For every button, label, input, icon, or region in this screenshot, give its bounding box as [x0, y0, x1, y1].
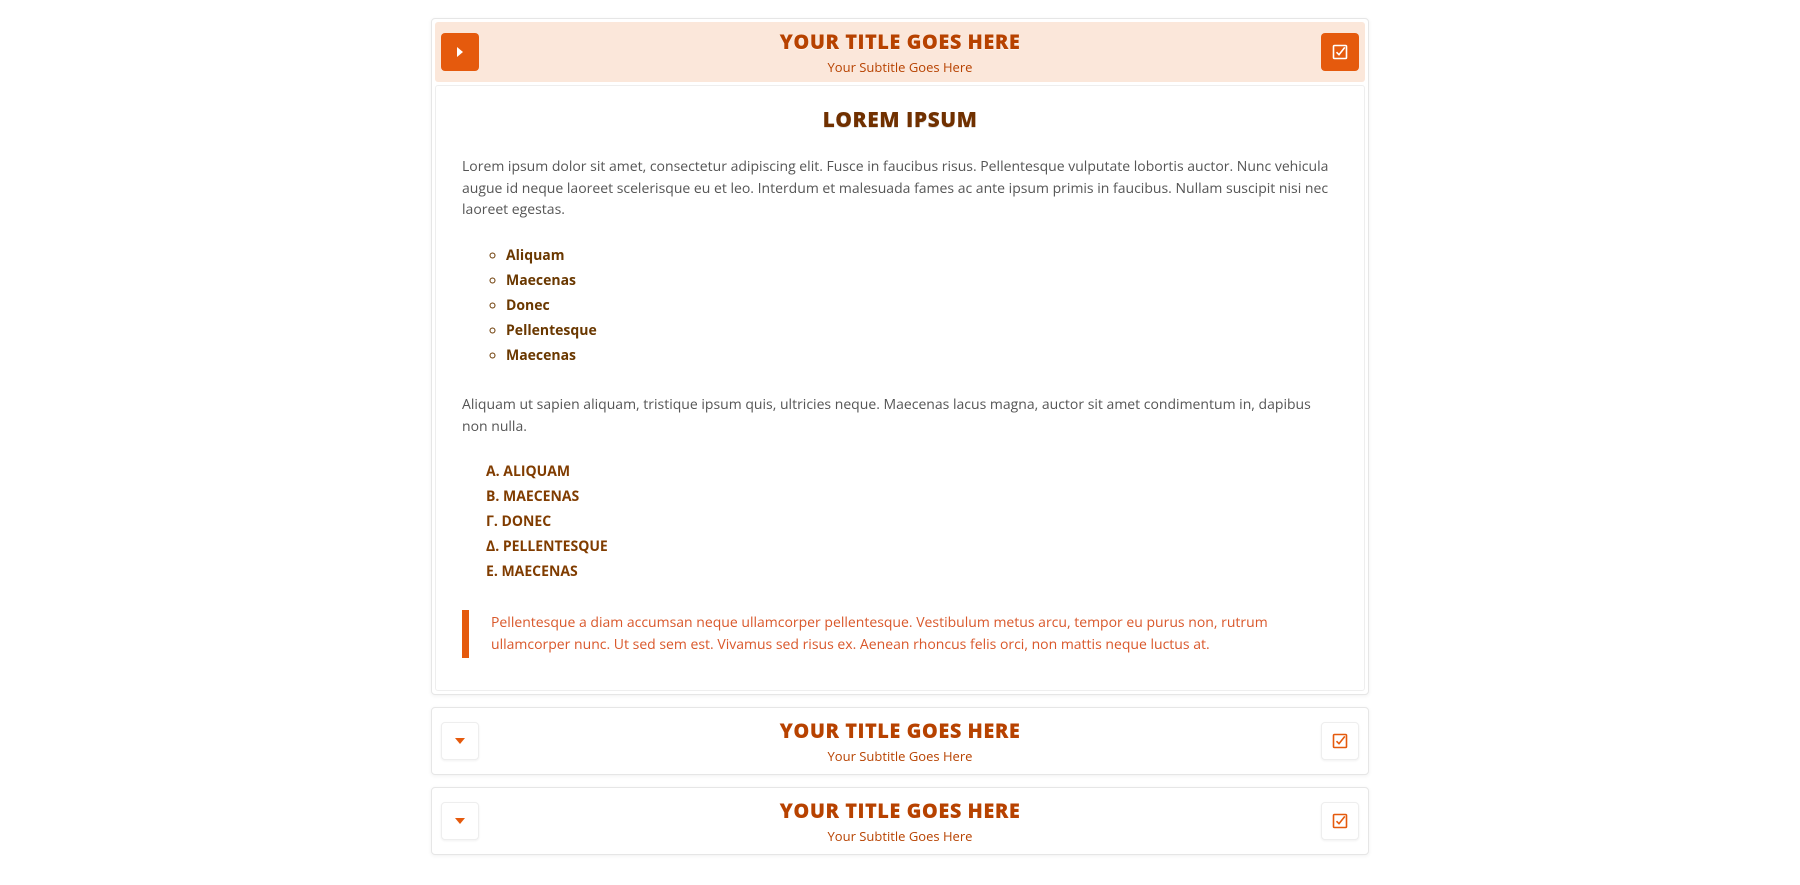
expand-button[interactable]	[441, 722, 479, 760]
accordion-header[interactable]: YOUR TITLE GOES HERE Your Subtitle Goes …	[435, 791, 1365, 851]
accordion-header[interactable]: YOUR TITLE GOES HERE Your Subtitle Goes …	[435, 711, 1365, 771]
expand-button[interactable]	[441, 802, 479, 840]
check-square-icon	[1332, 733, 1348, 749]
body-ordered-list: α. ALIQUAM β. MAECENAS γ. DONEC δ. PELLE…	[462, 459, 1338, 584]
list-item: Pellentesque	[506, 318, 1338, 343]
accordion-body: LOREM IPSUM Lorem ipsum dolor sit amet, …	[435, 85, 1365, 691]
panel-title: YOUR TITLE GOES HERE	[479, 797, 1321, 824]
list-marker: β.	[486, 487, 499, 506]
caret-down-icon	[454, 737, 466, 745]
list-marker: α.	[486, 462, 500, 481]
accordion-panel: YOUR TITLE GOES HERE Your Subtitle Goes …	[431, 707, 1369, 775]
panel-subtitle: Your Subtitle Goes Here	[479, 58, 1321, 76]
list-item: Aliquam	[506, 243, 1338, 268]
action-check-button[interactable]	[1321, 33, 1359, 71]
panel-subtitle: Your Subtitle Goes Here	[479, 747, 1321, 765]
list-item-label: MAECENAS	[503, 487, 579, 506]
list-item: Donec	[506, 293, 1338, 318]
caret-right-icon	[455, 46, 465, 58]
panel-title: YOUR TITLE GOES HERE	[479, 717, 1321, 744]
caret-down-icon	[454, 817, 466, 825]
list-item-label: DONEC	[502, 512, 552, 531]
list-item: Maecenas	[506, 268, 1338, 293]
action-check-button[interactable]	[1321, 722, 1359, 760]
list-item: γ. DONEC	[486, 509, 1338, 534]
header-center: YOUR TITLE GOES HERE Your Subtitle Goes …	[479, 717, 1321, 765]
list-item: δ. PELLENTESQUE	[486, 534, 1338, 559]
accordion-panel: YOUR TITLE GOES HERE Your Subtitle Goes …	[431, 787, 1369, 855]
panel-title: YOUR TITLE GOES HERE	[479, 28, 1321, 55]
list-item-label: ALIQUAM	[503, 462, 570, 481]
list-marker: γ.	[486, 512, 498, 531]
body-blockquote: Pellentesque a diam accumsan neque ullam…	[462, 610, 1338, 657]
header-center: YOUR TITLE GOES HERE Your Subtitle Goes …	[479, 28, 1321, 76]
list-item: ε. MAECENAS	[486, 559, 1338, 584]
accordion-header[interactable]: YOUR TITLE GOES HERE Your Subtitle Goes …	[435, 22, 1365, 82]
action-check-button[interactable]	[1321, 802, 1359, 840]
header-center: YOUR TITLE GOES HERE Your Subtitle Goes …	[479, 797, 1321, 845]
list-item-label: PELLENTESQUE	[503, 537, 608, 556]
body-heading: LOREM IPSUM	[462, 106, 1338, 134]
body-paragraph: Aliquam ut sapien aliquam, tristique ips…	[462, 394, 1338, 437]
list-item: β. MAECENAS	[486, 484, 1338, 509]
expand-button[interactable]	[441, 33, 479, 71]
list-marker: ε.	[486, 562, 498, 581]
list-item: α. ALIQUAM	[486, 459, 1338, 484]
list-item-label: MAECENAS	[501, 562, 577, 581]
list-marker: δ.	[486, 537, 499, 556]
panel-subtitle: Your Subtitle Goes Here	[479, 827, 1321, 845]
check-square-icon	[1332, 44, 1348, 60]
accordion-panel: YOUR TITLE GOES HERE Your Subtitle Goes …	[431, 18, 1369, 695]
body-paragraph: Lorem ipsum dolor sit amet, consectetur …	[462, 156, 1338, 221]
check-square-icon	[1332, 813, 1348, 829]
list-item: Maecenas	[506, 343, 1338, 368]
body-unordered-list: Aliquam Maecenas Donec Pellentesque Maec…	[462, 243, 1338, 368]
